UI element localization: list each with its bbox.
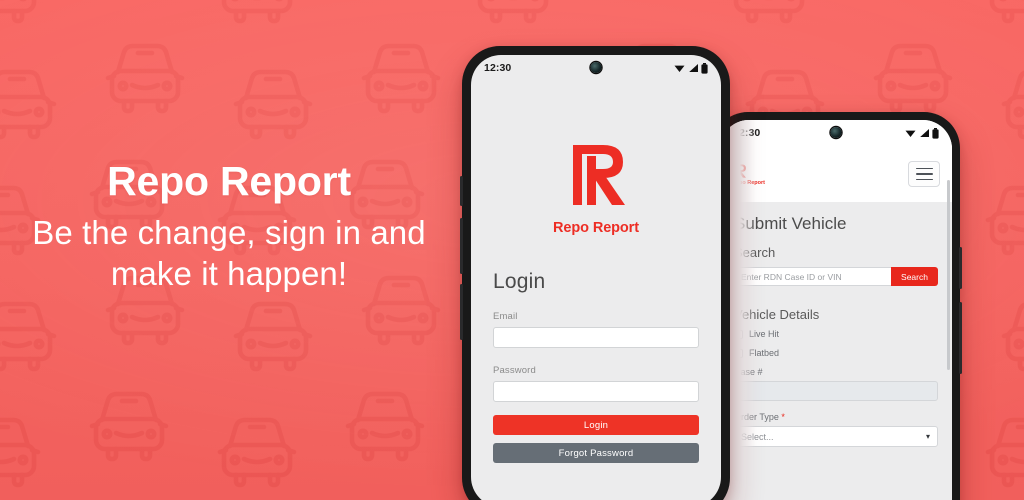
search-section-title: Search	[734, 245, 776, 260]
vehicle-details-title: Vehicle Details	[734, 307, 820, 322]
front-phone-screen: 12:30 Repo Report Login Email Password L…	[471, 55, 721, 500]
battery-icon	[932, 127, 939, 139]
flatbed-checkbox-row[interactable]: Flatbed	[734, 348, 938, 358]
page-scrollbar[interactable]	[947, 180, 950, 370]
order-type-label: Order Type *	[734, 412, 938, 422]
password-field[interactable]	[493, 381, 699, 402]
repo-report-r-logo-icon	[733, 163, 746, 178]
signal-icon	[919, 129, 929, 137]
power-button[interactable]	[959, 247, 962, 289]
wifi-icon	[674, 65, 685, 72]
promo-subtitle: Be the change, sign in and make it happe…	[32, 214, 426, 292]
submit-vehicle-form: Submit Vehicle Search Enter RDN Case ID …	[720, 202, 952, 500]
mute-switch[interactable]	[460, 176, 463, 206]
front-camera-punch-hole-icon	[830, 127, 842, 138]
live-hit-checkbox[interactable]	[734, 329, 743, 339]
search-button[interactable]: Search	[891, 267, 938, 286]
status-icons	[674, 62, 708, 74]
back-status-bar: 12:30	[720, 120, 952, 146]
app-logo-block: Repo Report	[471, 81, 721, 236]
page-title: Repo Report	[107, 158, 351, 204]
volume-button[interactable]	[959, 302, 962, 374]
back-phone-screen: 12:30 Repo Report Submit Vehicle Search …	[720, 120, 952, 500]
live-hit-checkbox-row[interactable]: Live Hit	[734, 329, 938, 339]
status-time: 12:30	[484, 62, 512, 74]
chevron-down-icon: ▾	[925, 432, 930, 441]
front-camera-punch-hole-icon	[590, 62, 602, 73]
front-status-bar: 12:30	[471, 55, 721, 81]
order-type-label-text: Order Type	[734, 412, 779, 422]
email-field[interactable]	[493, 327, 699, 348]
live-hit-label: Live Hit	[749, 329, 780, 339]
email-label: Email	[493, 311, 518, 322]
case-number-input	[734, 381, 938, 401]
submit-vehicle-title: Submit Vehicle	[734, 214, 847, 233]
status-time: 12:30	[733, 127, 761, 139]
login-form: Login Email Password Login Forgot Passwo…	[471, 236, 721, 463]
flatbed-checkbox[interactable]	[734, 348, 743, 358]
promo-headline-block: Repo Report Be the change, sign in and m…	[0, 158, 458, 295]
app-navbar: Repo Report	[720, 146, 952, 202]
case-number-label: Case #	[734, 367, 763, 377]
flatbed-label: Flatbed	[749, 348, 780, 358]
battery-icon	[701, 62, 708, 74]
forgot-password-button[interactable]: Forgot Password	[493, 443, 699, 463]
required-asterisk: *	[781, 412, 785, 422]
status-icons	[905, 127, 939, 139]
front-phone-mockup: 12:30 Repo Report Login Email Password L…	[460, 46, 730, 500]
login-button[interactable]: Login	[493, 415, 699, 435]
repo-report-r-logo-icon	[573, 145, 625, 205]
signal-icon	[688, 64, 698, 72]
volume-up-button[interactable]	[460, 218, 463, 274]
order-type-selected-value: Select...	[741, 431, 774, 442]
password-label: Password	[493, 365, 536, 376]
navbar-logo[interactable]: Repo Report	[732, 163, 765, 186]
search-row: Enter RDN Case ID or VIN Search	[734, 267, 938, 286]
order-type-select[interactable]: Select... ▾	[734, 426, 938, 447]
volume-down-button[interactable]	[460, 284, 463, 340]
promo-banner: Repo Report Be the change, sign in and m…	[0, 0, 1024, 500]
navbar-logo-text: Repo Report	[732, 179, 765, 186]
search-input[interactable]: Enter RDN Case ID or VIN	[734, 267, 891, 286]
app-logo-text: Repo Report	[553, 220, 639, 236]
wifi-icon	[905, 130, 916, 137]
login-heading: Login	[493, 270, 546, 293]
back-phone-mockup: 12:30 Repo Report Submit Vehicle Search …	[712, 112, 962, 500]
hamburger-menu-icon[interactable]	[908, 161, 940, 187]
